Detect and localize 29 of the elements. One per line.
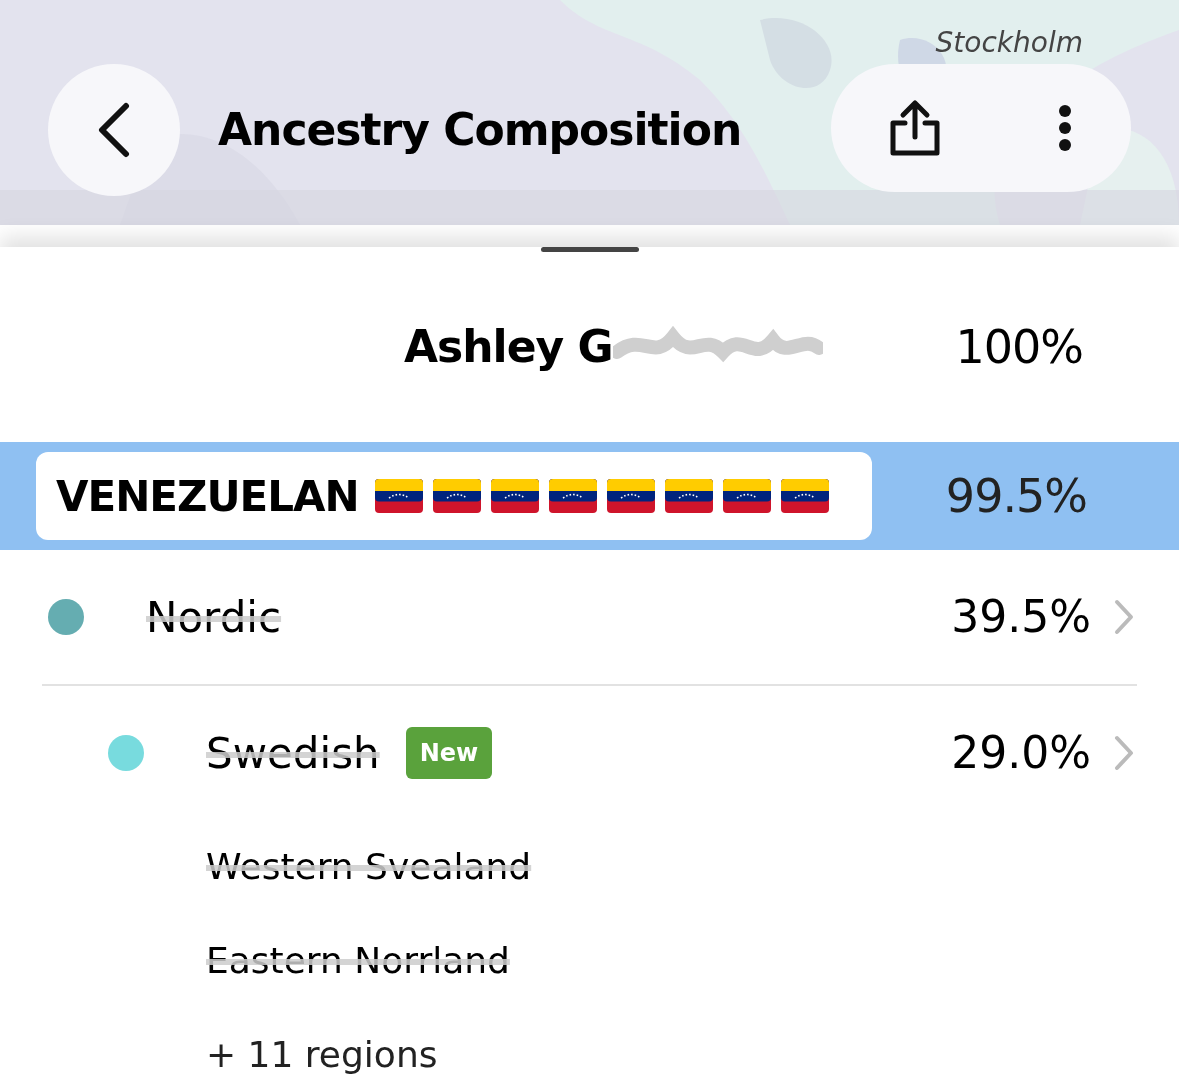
more-icon [1057,104,1073,152]
population-name: Swedish [206,727,380,780]
map-city-label: Stockholm [935,25,1083,61]
flag-icon [606,479,655,513]
region-name: Western Svealand [206,845,532,889]
page-title: Ancestry Composition [218,103,742,157]
flag-icon [374,479,423,513]
chevron-icon [1113,598,1135,636]
total-percent: 100% [955,318,1083,376]
population-percent: 39.5% [951,590,1091,644]
flag-icon [490,479,539,513]
flag-icon [548,479,597,513]
flag-icon [432,479,481,513]
new-badge: New [405,727,493,779]
person-name: Ashley G [404,320,613,374]
sheet-handle[interactable] [540,247,639,252]
population-percent: 29.0% [951,726,1091,780]
highlight-percent: 99.5% [945,467,1087,525]
chevron-icon [1113,734,1135,772]
region-name: Eastern Norrland [206,939,510,983]
flag-icon [722,479,771,513]
population-name: Nordic [146,591,282,644]
origin-label: VENEZUELAN [56,470,359,523]
flag-icon [664,479,713,513]
flag-icon [780,479,829,513]
population-row[interactable]: Nordic 39.5% [0,550,1179,684]
more-regions-link[interactable]: + 11 regions [206,1028,438,1075]
population-row[interactable]: Swedish New 29.0% [0,686,1179,820]
share-icon [889,99,941,157]
